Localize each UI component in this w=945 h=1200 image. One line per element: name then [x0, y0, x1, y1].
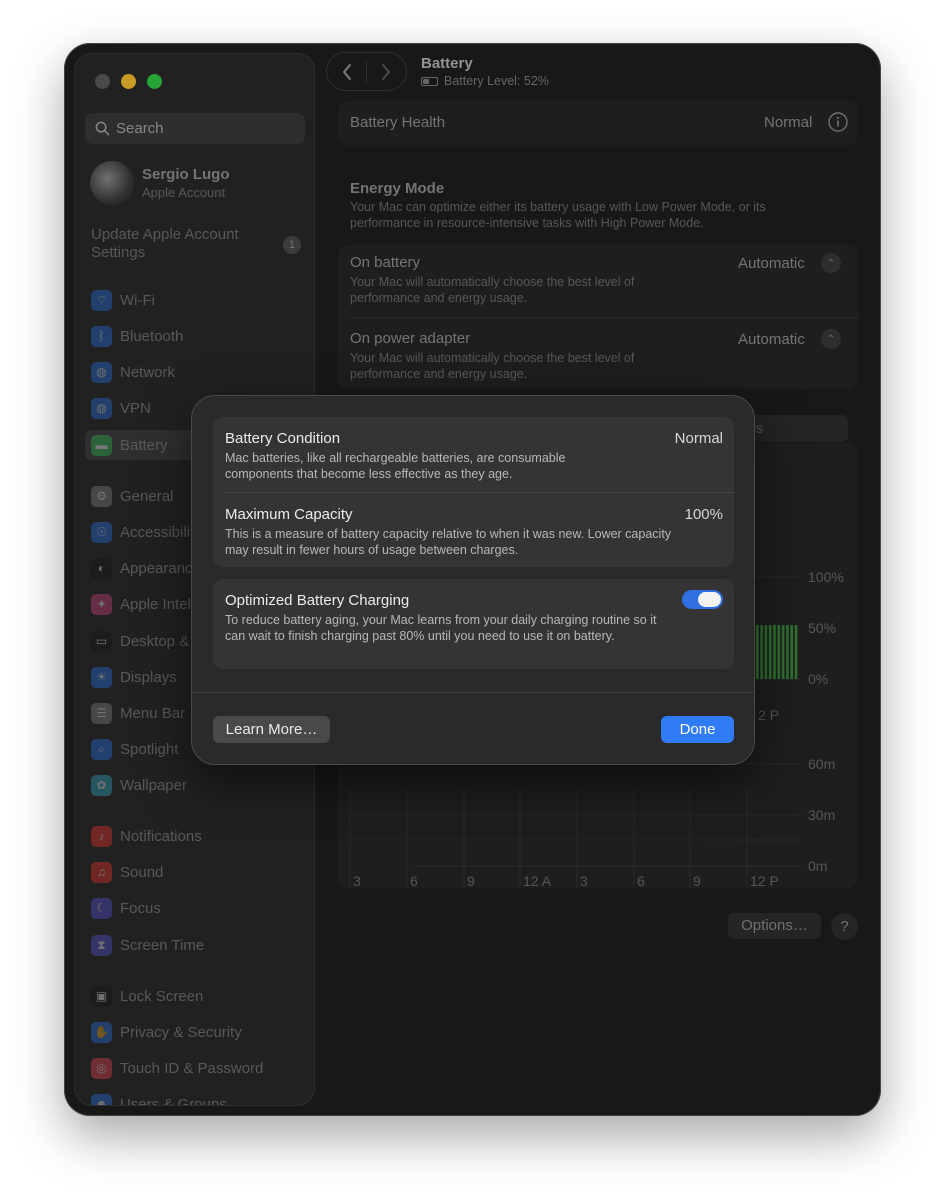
- maximum-capacity-value: 100%: [684, 506, 723, 523]
- maximum-capacity-desc: This is a measure of battery capacity re…: [225, 527, 672, 557]
- battery-health-sheet: Battery Condition Normal Mac batteries, …: [191, 395, 755, 765]
- toggle-knob: [698, 592, 721, 607]
- optimized-charging-desc: To reduce battery aging, your Mac learns…: [225, 613, 657, 643]
- maximum-capacity-label: Maximum Capacity: [225, 506, 353, 523]
- optimized-charging-card: Optimized Battery Charging To reduce bat…: [213, 579, 734, 669]
- learn-more-button[interactable]: Learn More…: [213, 716, 330, 743]
- optimized-charging-toggle[interactable]: [682, 590, 723, 609]
- battery-condition-desc: Mac batteries, like all rechargeable bat…: [225, 451, 566, 481]
- battery-condition-label: Battery Condition: [225, 430, 341, 447]
- optimized-charging-label: Optimized Battery Charging: [225, 592, 410, 609]
- done-button[interactable]: Done: [661, 716, 734, 743]
- battery-condition-value: Normal: [674, 430, 723, 447]
- health-details-card: Battery Condition Normal Mac batteries, …: [213, 417, 734, 567]
